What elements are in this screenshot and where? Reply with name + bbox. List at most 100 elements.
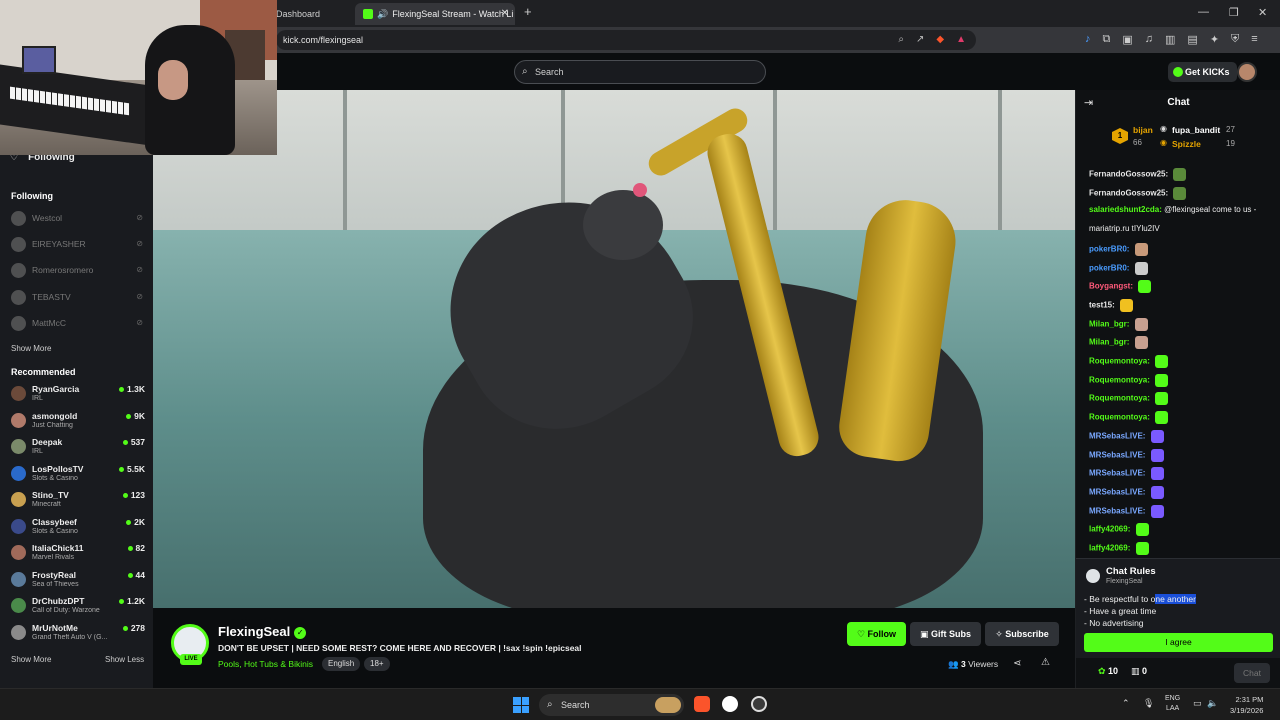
gift-box[interactable]: ▥ 0 (1131, 666, 1147, 677)
agree-button[interactable]: I agree (1084, 633, 1273, 652)
sidebar-item-following[interactable]: Romerosromero ⊘ (11, 262, 145, 280)
tag-language[interactable]: English (322, 657, 361, 671)
chat-username[interactable]: Boygangst: (1089, 282, 1133, 291)
chat-username[interactable]: FernandoGossow25: (1089, 188, 1168, 197)
sidebar-item-recommended[interactable]: FrostyReal Sea of Thieves 44 (11, 570, 145, 590)
video-player[interactable] (153, 90, 1075, 608)
leader-name[interactable]: fupa_bandit (1172, 125, 1220, 135)
chat-username[interactable]: laffy42069: (1089, 525, 1130, 534)
tray-chevron-icon[interactable]: ⌃ (1122, 698, 1130, 709)
show-more-following-button[interactable]: Show More (11, 344, 51, 353)
sidebar-item-recommended[interactable]: Deepak IRL 537 (11, 437, 145, 457)
microphone-icon[interactable]: 🎙 (1143, 698, 1154, 709)
vpn-icon[interactable]: ⛨ (1231, 33, 1239, 46)
tab-dashboard[interactable]: Dashboard (270, 4, 350, 24)
chat-username[interactable]: Roquemontoya: (1089, 357, 1150, 366)
send-chat-button[interactable]: Chat (1234, 663, 1270, 683)
sidebar-item-recommended[interactable]: RyanGarcia IRL 1.3K (11, 384, 145, 404)
obs-icon[interactable] (751, 696, 767, 712)
sidebar-item-recommended[interactable]: ItaliaChick11 Marvel Rivals 82 (11, 543, 145, 563)
chat-username[interactable]: MRSebasLIVE: (1089, 450, 1145, 459)
leo-ai-icon[interactable]: ✦ (1210, 33, 1219, 46)
search-input[interactable]: ⌕ Search (514, 60, 766, 84)
lang-bottom: LAA (1165, 705, 1180, 712)
tab-flexingseal[interactable]: 🔊 FlexingSeal Stream - Watch Li ✕ (355, 3, 515, 25)
kicks-count: 10 (1108, 666, 1119, 676)
menu-icon[interactable]: ≡ (1251, 33, 1257, 46)
wallet-icon[interactable]: ▤ (1187, 33, 1197, 46)
chat-username[interactable]: Roquemontoya: (1089, 375, 1150, 384)
share-icon[interactable]: ⋖ (1013, 658, 1021, 669)
volume-icon[interactable]: 🔈 (1207, 698, 1218, 709)
chat-username[interactable]: laffy42069: (1089, 544, 1130, 553)
clock[interactable]: 2:31 PM 3/19/2026 (1230, 694, 1263, 716)
new-tab-button[interactable]: + (524, 4, 532, 19)
show-less-button[interactable]: Show Less (105, 655, 144, 664)
avatar (11, 386, 26, 401)
chat-username[interactable]: Milan_bgr: (1089, 338, 1129, 347)
close-window-button[interactable]: ✕ (1258, 6, 1267, 19)
screenshot-icon[interactable]: ▣ (1122, 33, 1132, 46)
chat-username[interactable]: MRSebasLIVE: (1089, 488, 1145, 497)
sidebar-item-recommended[interactable]: Stino_TV Minecraft 123 (11, 490, 145, 510)
emote-icon (1134, 317, 1148, 331)
sidebar-item-recommended[interactable]: DrChubzDPT Call of Duty: Warzone 1.2K (11, 596, 145, 616)
chat-username[interactable]: Roquemontoya: (1089, 394, 1150, 403)
chat-username[interactable]: pokerBR0: (1089, 244, 1129, 253)
share-page-icon[interactable]: ↗ (916, 30, 924, 50)
gift-subs-button[interactable]: ▣ Gift Subs (910, 622, 981, 646)
language-indicator[interactable]: ENG LAA (1165, 694, 1180, 714)
chat-username[interactable]: MRSebasLIVE: (1089, 469, 1145, 478)
chatgpt-icon[interactable] (722, 696, 738, 712)
tag-age[interactable]: 18+ (364, 657, 390, 671)
leader-name[interactable]: Spizzle (1172, 139, 1201, 149)
leader-name[interactable]: bijan (1133, 125, 1153, 135)
chat-text: mariatrip.ru tIYlu2IV (1089, 224, 1160, 234)
sidebar-item-recommended[interactable]: LosPollosTV Slots & Casino 5.5K (11, 464, 145, 484)
tab-close-icon[interactable]: ✕ (501, 3, 509, 25)
sidebar-item-following[interactable]: Westcol ⊘ (11, 210, 145, 228)
channel-name: FrostyReal (32, 569, 76, 580)
channel-name[interactable]: FlexingSeal (218, 624, 290, 639)
offline-icon: ⊘ (136, 292, 143, 301)
get-kicks-button[interactable]: Get KICKs (1168, 62, 1237, 82)
chat-username[interactable]: Milan_bgr: (1089, 319, 1129, 328)
chat-username[interactable]: test15: (1089, 301, 1115, 310)
kicks-balance[interactable]: ✿ 10 (1098, 666, 1118, 677)
chat-username[interactable]: salariedshunt2cda: (1089, 205, 1162, 214)
widgets-icon[interactable] (655, 697, 681, 713)
follow-button[interactable]: ♡ Follow (847, 622, 906, 646)
chat-username[interactable]: pokerBR0: (1089, 263, 1129, 272)
chat-header: ⇥ Chat (1076, 90, 1280, 116)
extension-audio-icon[interactable]: ♪ (1085, 33, 1091, 46)
sidebar-item-following[interactable]: ElREYASHER ⊘ (11, 236, 145, 254)
maximize-button[interactable]: ❐ (1229, 6, 1239, 19)
sidebar-item-recommended[interactable]: Classybeef Slots & Casino 2K (11, 517, 145, 537)
user-avatar[interactable] (1237, 62, 1257, 82)
zoom-icon[interactable]: ⌕ (898, 30, 904, 50)
brave-browser-icon[interactable] (694, 696, 710, 712)
stream-category-link[interactable]: Pools, Hot Tubs & Bikinis (218, 659, 313, 669)
sidebar-toggle-icon[interactable]: ▥ (1165, 33, 1175, 46)
chat-username[interactable]: MRSebasLIVE: (1089, 506, 1145, 515)
chat-rules-panel: Chat Rules FlexingSeal - Be respectful t… (1076, 558, 1280, 658)
extensions-icon[interactable]: ⧉ (1103, 33, 1111, 46)
chat-rule: - Have a great time (1084, 606, 1156, 616)
sidebar-item-following[interactable]: MattMcC ⊘ (11, 315, 145, 333)
display-icon[interactable]: ▭ (1193, 698, 1202, 709)
brave-shield-icon[interactable]: ◆ (936, 30, 944, 50)
brave-rewards-icon[interactable]: ▲ (956, 30, 966, 50)
chat-username[interactable]: FernandoGossow25: (1089, 170, 1168, 179)
windows-start-icon[interactable] (513, 697, 529, 713)
url-input[interactable]: kick.com/flexingseal ⌕ ↗ ◆ ▲ (276, 30, 976, 50)
subscribe-button[interactable]: ✧ Subscribe (985, 622, 1059, 646)
chat-username[interactable]: MRSebasLIVE: (1089, 431, 1145, 440)
show-more-recommended-button[interactable]: Show More (11, 655, 51, 664)
sidebar-item-recommended[interactable]: MrUrNotMe Grand Theft Auto V (G... 278 (11, 623, 145, 643)
media-icon[interactable]: ♫ (1145, 33, 1153, 46)
sidebar-item-recommended[interactable]: asmongold Just Chatting 9K (11, 411, 145, 431)
chat-username[interactable]: Roquemontoya: (1089, 413, 1150, 422)
sidebar-item-following[interactable]: TEBASTV ⊘ (11, 289, 145, 307)
report-icon[interactable]: ⚠ (1041, 657, 1050, 668)
minimize-button[interactable]: — (1198, 6, 1209, 18)
